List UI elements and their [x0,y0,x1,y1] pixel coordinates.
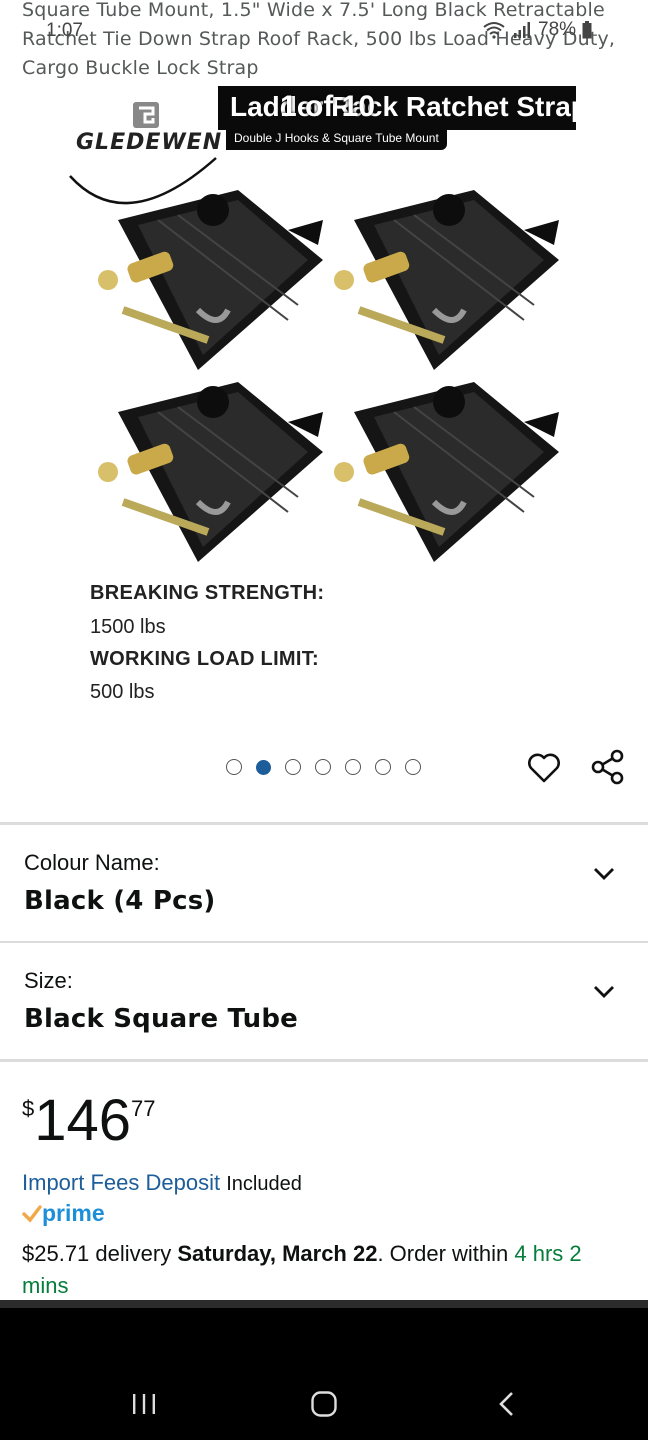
spec-value: 500 lbs [90,681,155,703]
price-symbol: $ [22,1096,35,1121]
ratchet-mount-image [334,382,559,562]
recent-apps-icon[interactable] [131,1392,157,1416]
colour-label: Colour Name: [24,850,160,875]
carousel-dot[interactable] [405,759,421,775]
system-nav-bar [0,1300,648,1440]
prime-check-icon [22,1204,42,1223]
share-icon[interactable] [590,749,626,785]
product-title-area: Square Tube Mount, 1.5" Wide x 7.5' Long… [22,0,632,83]
spec-heading: BREAKING STRENGTH: [90,582,325,604]
carousel-dot[interactable] [226,759,242,775]
chevron-down-icon[interactable] [592,864,616,884]
image-carousel-dots[interactable] [226,759,421,775]
carousel-dot[interactable] [345,759,361,775]
home-icon[interactable] [310,1390,338,1418]
chevron-down-icon[interactable] [592,982,616,1002]
size-value: Black Square Tube [24,1004,298,1034]
colour-selector[interactable]: Colour Name: Black (4 Pcs) [0,826,648,940]
product-title: Square Tube Mount, 1.5" Wide x 7.5' Long… [22,0,616,79]
banner-subtitle: Double J Hooks & Square Tube Mount [226,128,447,150]
delivery-date: Saturday, March 22 [177,1241,378,1266]
battery-percent: 78% [538,19,577,40]
spec-heading: WORKING LOAD LIMIT: [90,648,320,670]
battery-icon [582,21,592,39]
import-fees-included: Included [226,1173,302,1195]
delivery-order-within: . Order within [377,1241,515,1266]
section-divider [0,822,648,825]
spec-value: 1500 lbs [90,616,166,638]
price-fraction: 77 [131,1096,156,1121]
image-counter: 1 of 10 [280,90,376,123]
size-label: Size: [24,968,73,993]
price-whole: 146 [34,1088,132,1153]
nav-bar-edge [0,1300,648,1308]
prime-badge: prime [22,1200,105,1227]
ratchet-mount-image [98,382,323,562]
carousel-dot[interactable] [375,759,391,775]
brand-name: GLEDEWEN [76,130,223,155]
wishlist-heart-icon[interactable] [526,751,562,785]
carousel-dot[interactable] [315,759,331,775]
colour-value: Black (4 Pcs) [24,886,216,916]
carousel-dot[interactable] [256,759,271,775]
size-selector[interactable]: Size: Black Square Tube [0,944,648,1058]
section-divider [0,941,648,943]
image-banner: Ladder Rack Ratchet Straps [218,86,603,130]
back-icon[interactable] [496,1390,516,1418]
wifi-icon [483,22,505,39]
carousel-dot[interactable] [285,759,301,775]
signal-icon [514,22,530,38]
delivery-info: $25.71 delivery Saturday, March 22. Orde… [22,1238,632,1302]
delivery-price: $25.71 delivery [22,1241,178,1266]
section-divider [0,1059,648,1062]
ratchet-mount-image [334,190,559,370]
ratchet-mount-image [98,190,323,370]
import-fees: Import Fees Deposit Included [22,1170,302,1196]
prime-label: prime [42,1200,105,1226]
price: $ 146 77 [22,1090,156,1152]
status-icons: 78% [482,19,592,41]
import-fees-link[interactable]: Import Fees Deposit [22,1170,220,1195]
status-time: 1:07 [46,20,83,41]
product-image[interactable]: GLEDEWEN Ladder Rack Ratchet Straps Doub… [0,80,648,730]
